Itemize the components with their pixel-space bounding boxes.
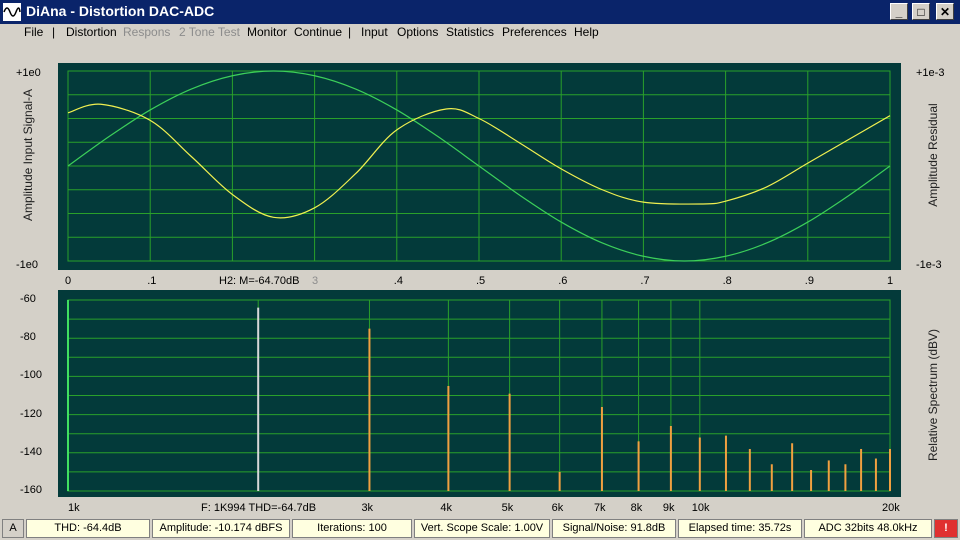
spectrum-y-tick-label: -140 — [20, 445, 43, 458]
scope-marker-faint: 3 — [312, 275, 319, 287]
scope-x-tick-label: .4 — [393, 275, 403, 287]
spectrum-x-tick-label: 1k — [68, 502, 80, 514]
status-scope-scale: Vert. Scope Scale: 1.00V — [414, 519, 550, 538]
spectrum-y-tick-label: -80 — [20, 331, 36, 344]
spectrum-x-tick-label: 5k — [501, 502, 514, 514]
menu-continue[interactable]: Continue — [294, 25, 342, 39]
menu-monitor[interactable]: Monitor — [247, 25, 287, 39]
menu-input[interactable]: Input — [361, 25, 388, 39]
spectrum-x-tick-label: 20k — [882, 502, 900, 514]
close-button[interactable]: ✕ — [936, 3, 954, 20]
spectrum-y-tick-label: -60 — [20, 293, 36, 305]
spectrum-x-tick-label: 8k — [630, 502, 643, 514]
spectrum-marker-text: F: 1K994 THD=-64.7dB — [201, 502, 317, 514]
spectrum-y-tick-label: -120 — [20, 407, 43, 420]
menu-options[interactable]: Options — [397, 25, 438, 39]
scope-left-axis-label: Amplitude Input Signal-A — [21, 88, 35, 222]
menu-bar: File | Distortion Respons 2 Tone Test Mo… — [0, 24, 960, 42]
spectrum-y-tick-label: -160 — [20, 484, 43, 496]
scope-right-axis-label: Amplitude Residual — [926, 103, 940, 207]
spectrum-plot — [67, 299, 891, 492]
status-signal-noise: Signal/Noise: 91.8dB — [552, 519, 676, 538]
status-iterations: Iterations: 100 — [292, 519, 412, 538]
status-adc-info: ADC 32bits 48.0kHz — [804, 519, 932, 538]
menu-separator: | — [348, 25, 352, 39]
menu-statistics[interactable]: Statistics — [446, 25, 494, 39]
scope-right-bottom-label: -1e-3 — [916, 259, 942, 271]
scope-x-tick-label: 0 — [65, 275, 72, 287]
status-bar: A THD: -64.4dB Amplitude: -10.174 dBFS I… — [0, 518, 960, 540]
menu-distortion[interactable]: Distortion — [66, 25, 117, 39]
app-icon[interactable] — [3, 3, 21, 21]
spectrum-right-axis-label: Relative Spectrum (dBV) — [926, 328, 940, 462]
window-title: DiAna - Distortion DAC-ADC — [26, 3, 215, 19]
menu-file[interactable]: File — [24, 25, 43, 39]
menu-2-tone-test[interactable]: 2 Tone Test — [179, 25, 240, 39]
scope-x-tick-label: .1 — [147, 275, 157, 287]
menu-help[interactable]: Help — [574, 25, 599, 39]
spectrum-x-tick-label: 10k — [691, 502, 710, 514]
scope-x-tick-label: .7 — [640, 275, 650, 287]
status-thd: THD: -64.4dB — [26, 519, 150, 538]
scope-x-tick-label: 1 — [887, 275, 894, 287]
status-channel[interactable]: A — [2, 519, 24, 538]
menu-separator: | — [52, 25, 56, 39]
maximize-button[interactable]: □ — [912, 3, 930, 20]
scope-plot — [67, 70, 891, 262]
title-bar: DiAna - Distortion DAC-ADC _ □ ✕ — [0, 0, 960, 24]
spectrum-y-tick-label: -100 — [20, 369, 43, 382]
spectrum-x-tick-label: 9k — [662, 502, 675, 514]
scope-x-tick-label: .6 — [558, 275, 568, 287]
spectrum-x-tick-label: 3k — [361, 502, 374, 514]
scope-x-tick-label: .5 — [476, 275, 486, 287]
minimize-button[interactable]: _ — [890, 3, 908, 20]
status-alert[interactable]: ! — [934, 519, 958, 538]
spectrum-x-tick-label: 6k — [551, 502, 564, 514]
spectrum-x-tick-label: 7k — [593, 502, 606, 514]
status-amplitude: Amplitude: -10.174 dBFS — [152, 519, 290, 538]
menu-respons[interactable]: Respons — [123, 25, 170, 39]
menu-preferences[interactable]: Preferences — [502, 25, 567, 39]
spectrum-x-tick-label: 4k — [440, 502, 452, 514]
scope-left-bottom-label: -1e0 — [16, 259, 39, 271]
scope-marker-text: H2: M=-64.70dB — [219, 275, 300, 287]
scope-x-tick-label: .8 — [722, 275, 732, 287]
status-elapsed-time: Elapsed time: 35.72s — [678, 519, 802, 538]
scope-right-top-label: +1e-3 — [916, 67, 945, 79]
scope-x-tick-label: .9 — [804, 275, 814, 287]
scope-left-top-label: +1e0 — [16, 67, 41, 79]
